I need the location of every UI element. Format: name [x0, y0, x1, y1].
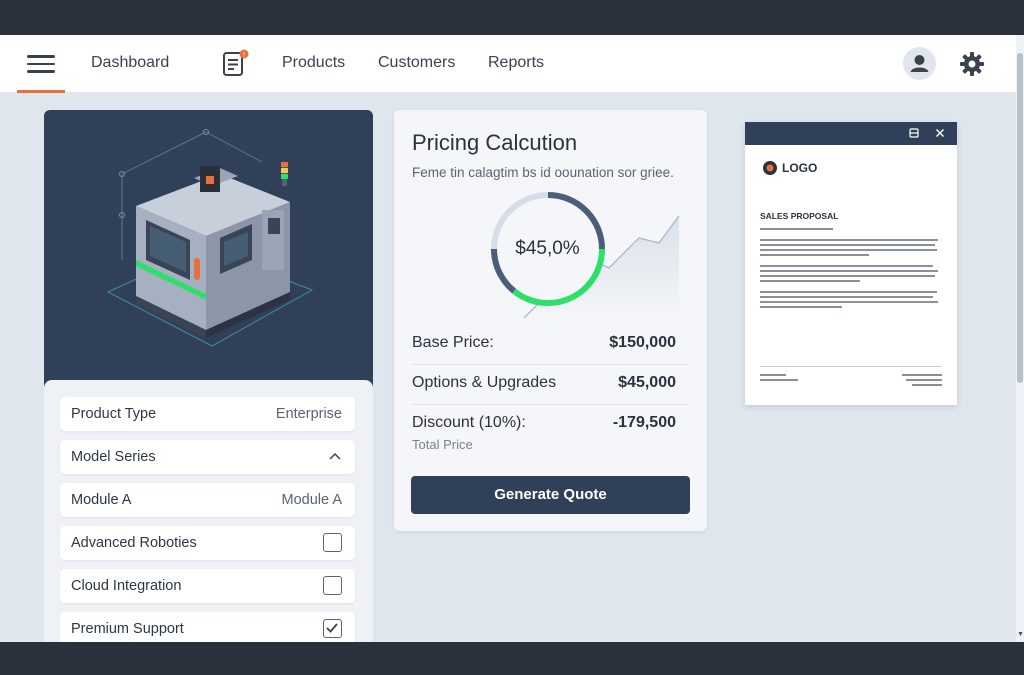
vertical-scrollbar[interactable]: ▼ — [1016, 35, 1024, 642]
menu-button[interactable] — [17, 35, 65, 93]
logo-icon — [763, 161, 777, 175]
nav-products[interactable]: Products — [282, 54, 345, 72]
gauge-value: $45,0% — [515, 238, 580, 259]
close-icon[interactable] — [934, 127, 946, 139]
product-config-card: Product Type Enterprise Model Series Mod… — [44, 110, 373, 650]
doc-footer-text — [760, 374, 942, 386]
option-premium-support[interactable]: Premium Support — [60, 612, 355, 646]
generate-quote-button[interactable]: Generate Quote — [411, 476, 690, 514]
doc-body-text — [760, 228, 942, 311]
price-value: $150,000 — [609, 334, 676, 351]
chevron-up-icon — [329, 452, 341, 460]
option-label: Advanced Roboties — [71, 535, 197, 551]
option-product-type[interactable]: Product Type Enterprise — [60, 397, 355, 431]
divider — [412, 404, 688, 405]
scrollbar-thumb[interactable] — [1017, 53, 1023, 383]
hamburger-icon — [27, 55, 55, 73]
user-icon — [910, 55, 929, 72]
price-label: Base Price: — [412, 334, 494, 351]
user-avatar[interactable] — [903, 47, 936, 80]
price-label: Discount (10%): — [412, 414, 526, 431]
checkbox-advanced-robotics[interactable] — [323, 533, 342, 552]
checkbox-cloud-integration[interactable] — [323, 576, 342, 595]
window-top-bar — [0, 0, 1024, 35]
price-row-base: Base Price: $150,000 — [412, 334, 676, 374]
gear-icon[interactable] — [958, 50, 986, 78]
option-label: Model Series — [71, 449, 156, 465]
doc-title: SALES PROPOSAL — [760, 211, 839, 221]
doc-divider — [760, 366, 942, 367]
option-label: Product Type — [71, 406, 157, 422]
pricing-title: Pricing Calcution — [412, 130, 578, 155]
option-label: Cloud Integration — [71, 578, 182, 594]
price-label: Options & Upgrades — [412, 374, 557, 391]
nav-customers[interactable]: Customers — [378, 54, 455, 72]
svg-text:!: ! — [243, 51, 245, 58]
scroll-down-icon[interactable]: ▼ — [1017, 631, 1024, 638]
notes-icon[interactable]: ! — [221, 49, 251, 79]
option-value: Enterprise — [275, 406, 342, 422]
total-price-label: Total Price — [412, 437, 473, 452]
sales-proposal-preview: LOGO SALES PROPOSAL — [745, 122, 957, 405]
option-label: Premium Support — [71, 621, 184, 637]
option-module[interactable]: Module A Module A — [60, 483, 355, 517]
window-bottom-bar — [0, 642, 1024, 675]
option-cloud-integration[interactable]: Cloud Integration — [60, 569, 355, 603]
checkmark-icon — [326, 623, 338, 633]
option-value: Module A — [281, 492, 342, 508]
nav-dashboard[interactable]: Dashboard — [91, 54, 169, 72]
active-indicator — [17, 90, 65, 93]
options-panel: Product Type Enterprise Model Series Mod… — [44, 380, 373, 650]
pricing-subtitle: Feme tin calagtim bs id oounation sor gr… — [412, 165, 674, 180]
checkbox-premium-support[interactable] — [323, 619, 342, 638]
divider — [412, 364, 688, 365]
navbar: Dashboard ! Products Customers Reports — [0, 35, 1016, 93]
pricing-card: Pricing Calcution Feme tin calagtim bs i… — [394, 110, 707, 531]
price-value: $45,000 — [618, 374, 676, 391]
machine-illustration — [44, 110, 373, 388]
option-label: Module A — [71, 492, 132, 508]
option-advanced-robotics[interactable]: Advanced Roboties — [60, 526, 355, 560]
doc-logo-text: LOGO — [782, 161, 818, 175]
preview-header — [745, 122, 957, 145]
price-value: -179,500 — [612, 414, 676, 431]
nav-reports[interactable]: Reports — [488, 54, 544, 72]
option-model-series[interactable]: Model Series — [60, 440, 355, 474]
price-row-options: Options & Upgrades $45,000 — [412, 374, 676, 414]
print-icon[interactable] — [908, 127, 920, 139]
